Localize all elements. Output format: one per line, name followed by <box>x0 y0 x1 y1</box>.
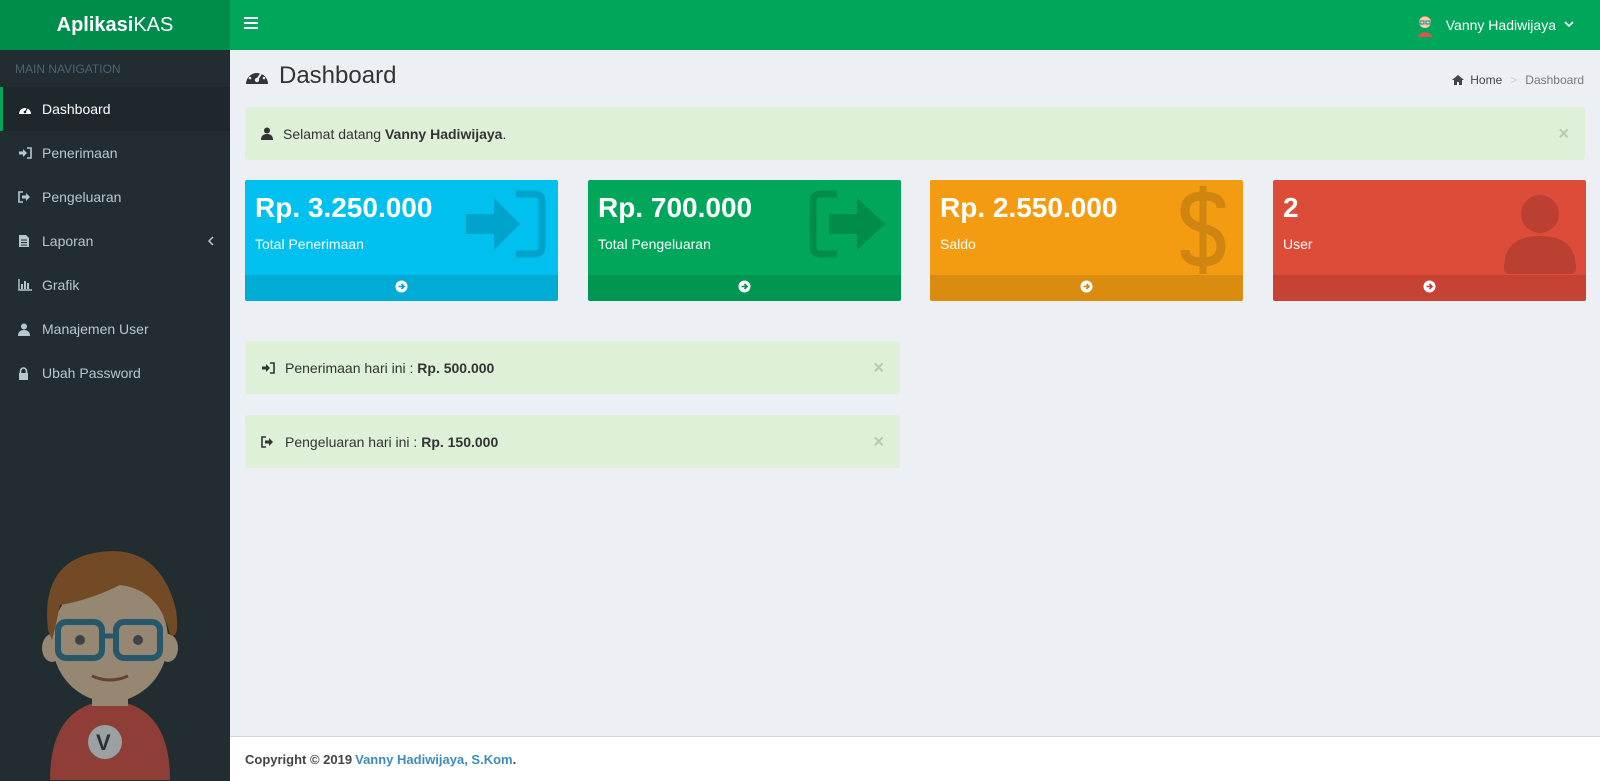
arrow-circle-right-icon <box>1423 280 1436 296</box>
box-label: Total Penerimaan <box>255 236 364 252</box>
box-more-info-link[interactable] <box>1273 275 1586 301</box>
welcome-suffix: . <box>502 125 507 142</box>
box-more-info-link[interactable] <box>245 275 558 301</box>
dollar-icon <box>1177 184 1229 279</box>
app-logo[interactable]: Aplikasi KAS <box>0 0 230 50</box>
income-today-value: Rp. 500.000 <box>417 359 495 376</box>
chevron-left-icon <box>207 234 214 249</box>
sign-out-icon <box>261 435 275 448</box>
box-label: Total Pengeluaran <box>598 236 711 252</box>
arrow-circle-right-icon <box>1080 280 1093 296</box>
sidebar-item-label: Ubah Password <box>42 365 141 381</box>
chevron-down-icon <box>1564 19 1574 31</box>
dashboard-icon <box>245 65 269 88</box>
box-more-info-link[interactable] <box>930 275 1243 301</box>
close-icon[interactable]: × <box>873 357 884 378</box>
sidebar-item-label: Laporan <box>42 233 94 249</box>
user-icon <box>1504 194 1576 277</box>
top-navbar: Vanny Hadiwijaya <box>230 0 1600 50</box>
user-icon <box>18 323 42 336</box>
sidebar-item-penerimaan[interactable]: Penerimaan <box>0 131 230 175</box>
info-box-total-pengeluaran: Rp. 700.000 Total Pengeluaran <box>588 180 901 301</box>
mascot-badge-letter: V <box>96 730 111 755</box>
breadcrumb: Home > Dashboard <box>1452 73 1584 87</box>
box-amount: Rp. 700.000 <box>598 192 753 223</box>
box-label: Saldo <box>940 236 976 252</box>
sidebar-item-label: Manajemen User <box>42 321 149 337</box>
user-avatar <box>1414 13 1436 37</box>
income-today-label: Penerimaan hari ini : <box>285 359 418 376</box>
dashboard-icon <box>18 103 42 115</box>
close-icon[interactable]: × <box>873 431 884 452</box>
info-box-saldo: Rp. 2.550.000 Saldo <box>930 180 1243 301</box>
expense-today-label: Pengeluaran hari ini : <box>285 433 422 450</box>
sidebar-item-ubah-password[interactable]: Ubah Password <box>0 351 230 395</box>
file-text-icon <box>18 234 42 248</box>
content-header: Dashboard <box>245 62 396 90</box>
sidebar-item-manajemen-user[interactable]: Manajemen User <box>0 307 230 351</box>
sign-in-icon <box>261 361 275 374</box>
user-menu[interactable]: Vanny Hadiwijaya <box>1414 0 1574 50</box>
nav-section-title: MAIN NAVIGATION <box>15 62 121 76</box>
sidebar-item-label: Pengeluaran <box>42 189 122 205</box>
arrow-circle-right-icon <box>395 280 408 296</box>
sidebar-item-label: Dashboard <box>42 101 111 117</box>
breadcrumb-home-label: Home <box>1470 73 1503 87</box>
bar-chart-icon <box>18 279 42 291</box>
welcome-user-name: Vanny Hadiwijaya <box>384 125 503 142</box>
info-box-total-penerimaan: Rp. 3.250.000 Total Penerimaan <box>245 180 558 301</box>
sign-in-icon <box>464 188 546 263</box>
box-amount: Rp. 3.250.000 <box>255 192 433 223</box>
income-today-alert: Penerimaan hari ini : Rp. 500.000 × <box>245 341 900 394</box>
breadcrumb-current: Dashboard <box>1525 73 1584 87</box>
info-box-user: 2 User <box>1273 180 1586 301</box>
sidebar-item-dashboard[interactable]: Dashboard <box>0 87 230 131</box>
home-icon <box>1452 75 1465 85</box>
close-icon[interactable]: × <box>1558 123 1569 144</box>
author-link[interactable]: Vanny Hadiwijaya, S.Kom <box>355 752 513 767</box>
arrow-circle-right-icon <box>738 280 751 296</box>
box-amount: Rp. 2.550.000 <box>940 192 1118 223</box>
sidebar-item-label: Grafik <box>42 277 80 293</box>
expense-today-value: Rp. 150.000 <box>421 433 499 450</box>
user-name: Vanny Hadiwijaya <box>1445 17 1556 33</box>
box-more-info-link[interactable] <box>588 275 901 301</box>
box-amount: 2 <box>1283 192 1299 223</box>
logo-bold-text: Aplikasi <box>56 13 134 36</box>
welcome-alert: Selamat datang Vanny Hadiwijaya. × <box>245 107 1585 160</box>
sign-in-icon <box>18 147 42 159</box>
breadcrumb-home[interactable]: Home <box>1452 73 1502 87</box>
sign-out-icon <box>807 188 889 263</box>
mascot-illustration: V <box>30 530 190 780</box>
footer-suffix: . <box>512 751 517 767</box>
box-label: User <box>1283 236 1313 252</box>
sidebar-item-pengeluaran[interactable]: Pengeluaran <box>0 175 230 219</box>
copyright-text: Copyright © 2019 <box>245 751 353 767</box>
page-title: Dashboard <box>279 62 397 89</box>
page-footer: Copyright © 2019 Vanny Hadiwijaya, S.Kom… <box>230 736 1600 781</box>
sidebar-item-laporan[interactable]: Laporan <box>0 219 230 263</box>
welcome-prefix: Selamat datang <box>283 125 385 142</box>
breadcrumb-separator: > <box>1510 73 1518 87</box>
sign-out-icon <box>18 191 42 203</box>
sidebar: MAIN NAVIGATION Dashboard Penerimaan Pen… <box>0 50 230 781</box>
lock-icon <box>18 366 42 380</box>
sidebar-toggle-icon[interactable] <box>244 17 258 33</box>
sidebar-item-grafik[interactable]: Grafik <box>0 263 230 307</box>
expense-today-alert: Pengeluaran hari ini : Rp. 150.000 × <box>245 415 900 468</box>
logo-light-text: KAS <box>133 13 174 36</box>
user-icon <box>261 127 273 140</box>
sidebar-item-label: Penerimaan <box>42 145 118 161</box>
